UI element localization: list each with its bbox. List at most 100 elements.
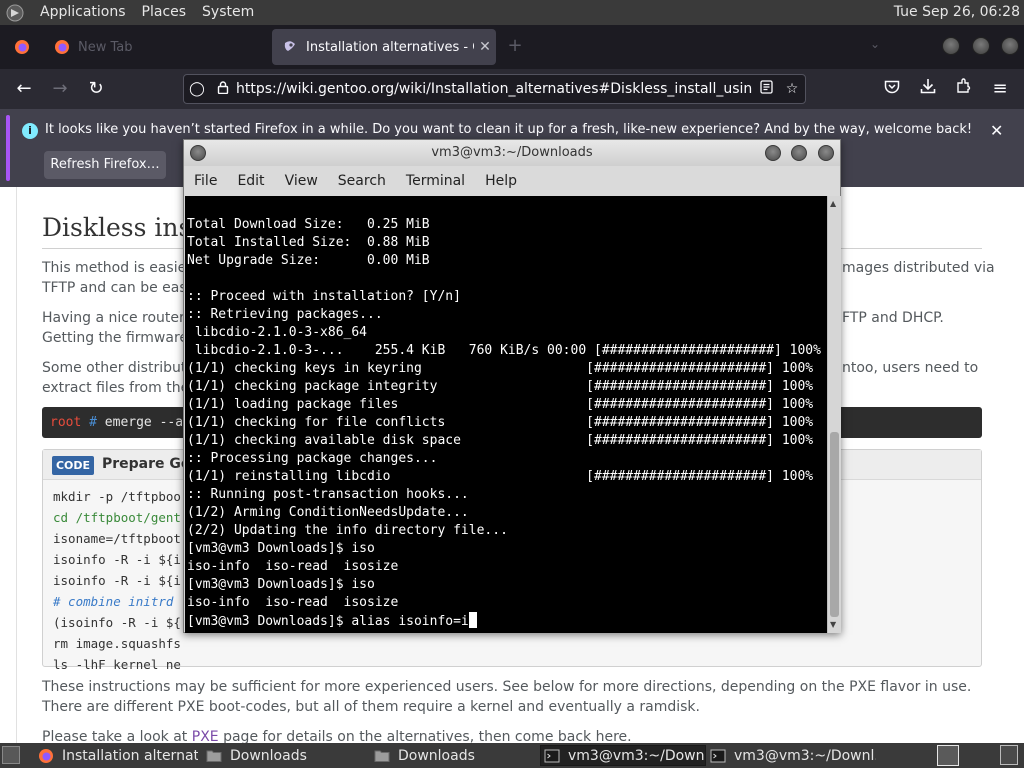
paragraph-1-start: This method is easier [42,260,192,276]
terminal-line: [vm3@vm3 Downloads]$ iso [187,541,375,556]
terminal-titlebar[interactable]: vm3@vm3:~/Downloads [184,140,840,166]
taskbar-item-downloads[interactable]: Downloads [374,745,534,766]
gentoo-favicon-icon [284,41,295,51]
nav-bar: ← → ↻ ◯ https://wiki.gentoo.org/wiki/Ins… [0,69,1024,109]
paragraph-3-line2: extract files from the [42,380,190,396]
root-command: emerge --as [104,415,191,430]
reload-icon[interactable]: ↻ [84,77,108,101]
terminal-line: (1/1) checking for file conflicts [#####… [187,415,814,430]
close-window-button[interactable] [1001,37,1019,55]
tab-new-tab[interactable]: New Tab [44,29,264,65]
workspace-switcher[interactable] [937,745,959,766]
terminal-line: iso-info iso-read isosize [187,595,399,610]
code-line: isoinfo -R -i ${i [53,552,181,567]
firefox-icon [55,40,69,54]
url-bar[interactable]: ◯ https://wiki.gentoo.org/wiki/Installat… [183,74,806,104]
code-line: cd /tftpboot/gent [53,510,181,525]
taskbar-item-terminal-active[interactable]: vm3@vm3:~/Downl... [540,745,706,766]
taskbar-item-label: Installation alternat... [62,747,198,764]
clock[interactable]: Tue Sep 26, 06:28 [894,0,1020,25]
taskbar-item-downloads[interactable]: Downloads [206,745,366,766]
terminal-line: [vm3@vm3 Downloads]$ iso [187,577,375,592]
menu-search[interactable]: Search [328,173,396,189]
maximize-window-button[interactable] [972,37,990,55]
forward-arrow-icon[interactable]: → [48,77,72,101]
terminal-line: Total Installed Size: 0.88 MiB [187,235,430,250]
extensions-icon[interactable] [952,77,976,101]
menu-places[interactable]: Places [134,0,195,25]
minimize-window-button[interactable] [765,145,781,161]
list-tabs-icon[interactable]: ⌄ [870,37,880,51]
window-menu-button[interactable] [190,145,206,161]
scroll-up-arrow-icon[interactable]: ▲ [830,199,836,208]
menu-help[interactable]: Help [475,173,527,189]
new-tab-icon[interactable]: + [505,37,525,57]
code-line: ls -lhF kernel ne [53,657,181,672]
scroll-down-arrow-icon[interactable]: ▼ [830,620,836,629]
firefox-icon [39,748,53,763]
code-line: (isoinfo -R -i ${ [53,615,181,630]
terminal-line: libcdio-2.1.0-3-... 255.4 KiB 760 KiB/s … [187,343,821,358]
bookmark-star-icon[interactable]: ☆ [779,81,805,97]
desktop: Applications Places System Tue Sep 26, 0… [0,0,1024,768]
menu-applications[interactable]: Applications [32,0,134,25]
section-heading: Diskless ins [42,213,192,242]
code-line: isoinfo -R -i ${i [53,573,181,588]
menu-terminal[interactable]: Terminal [396,173,475,189]
code-comment: # combine initrd [53,594,174,609]
pocket-icon[interactable] [880,77,904,101]
terminal-line: iso-info iso-read isosize [187,559,399,574]
terminal-cursor [468,612,477,628]
taskbar-item-terminal[interactable]: vm3@vm3:~/Downl... [710,745,876,766]
root-prompt: root [50,415,82,430]
maximize-window-button[interactable] [791,145,807,161]
terminal-line: (2/2) Updating the info directory file..… [187,523,508,538]
code-line: isoname=/tftpboot [53,531,181,546]
terminal-line: Total Download Size: 0.25 MiB [187,217,430,232]
reader-view-icon[interactable] [753,80,779,98]
terminal-line: :: Processing package changes... [187,451,438,466]
menu-system[interactable]: System [194,0,262,25]
paragraph-3-start: Some other distributi [42,360,191,376]
shield-icon[interactable]: ◯ [184,81,210,97]
menu-edit[interactable]: Edit [227,173,274,189]
close-notification-icon[interactable]: ✕ [990,121,1003,140]
close-window-button[interactable] [818,145,834,161]
menu-view[interactable]: View [275,173,328,189]
trash-icon[interactable] [1000,745,1018,765]
scrollbar-thumb[interactable] [830,432,839,617]
terminal-line: (1/1) checking keys in keyring [########… [187,361,814,376]
terminal-menubar: File Edit View Search Terminal Help [184,166,840,196]
terminal-line: :: Proceed with installation? [Y/n] [187,289,461,304]
tab-pinned[interactable] [4,29,40,65]
taskbar-item-label: Downloads [398,747,475,764]
terminal-window: vm3@vm3:~/Downloads File Edit View Searc… [183,139,841,633]
url-text[interactable]: https://wiki.gentoo.org/wiki/Installatio… [236,81,753,97]
system-panel: Applications Places System Tue Sep 26, 0… [0,0,1024,25]
terminal-line: (1/1) loading package files [###########… [187,397,814,412]
gentoo-menu-icon[interactable] [4,2,26,24]
paragraph-2-end: FTP and DHCP. [842,310,944,326]
terminal-prompt-line: [vm3@vm3 Downloads]$ alias isoinfo=i [187,612,477,631]
minimize-window-button[interactable] [942,37,960,55]
terminal-screen[interactable]: Total Download Size: 0.25 MiB Total Inst… [185,196,827,633]
pxe-link[interactable]: PXE [192,729,219,743]
downloads-icon[interactable] [916,77,940,101]
hamburger-menu-icon[interactable]: ≡ [988,77,1012,101]
paragraph-5-after: page for details on the alternatives, th… [218,729,632,743]
paragraph-5-before: Please take a look at [42,729,192,743]
menu-file[interactable]: File [184,173,227,189]
tab-installation-alternatives[interactable]: Installation alternatives - Gentoo ✕ [272,29,496,65]
lock-icon[interactable] [210,80,236,98]
close-tab-icon[interactable]: ✕ [474,39,496,55]
paragraph-2-line2: Getting the firmware [42,330,189,346]
taskbar-item-firefox[interactable]: Installation alternat... [38,745,198,766]
back-arrow-icon[interactable]: ← [12,77,36,101]
code-title: Prepare Ge [102,456,191,472]
taskbar: Installation alternat... Downloads Downl… [0,743,1024,768]
terminal-scrollbar[interactable]: ▲ ▼ [827,196,841,633]
show-desktop-icon[interactable] [2,746,20,764]
tab-bar: New Tab Installation alternatives - Gent… [0,25,1024,69]
terminal-input: [vm3@vm3 Downloads]$ alias isoinfo=i [187,614,469,629]
refresh-firefox-button[interactable]: Refresh Firefox… [44,151,166,179]
